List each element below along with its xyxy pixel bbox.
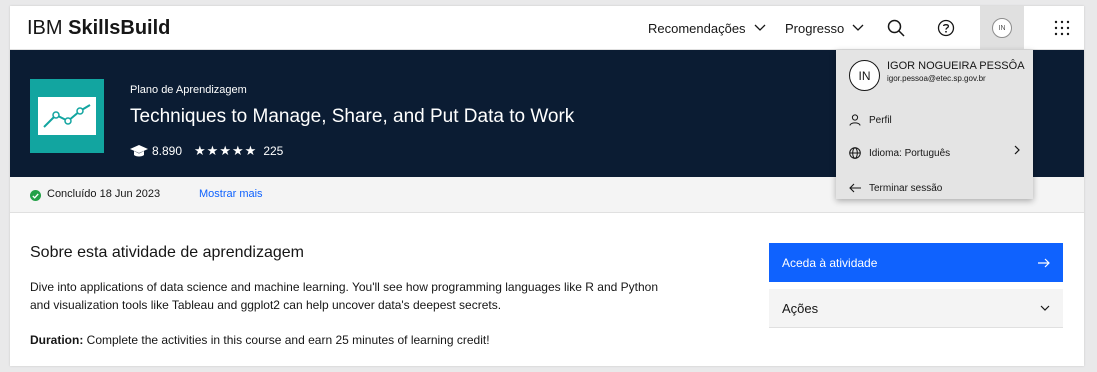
app-switcher-button[interactable]: [1040, 6, 1084, 50]
avatar: IN: [992, 18, 1012, 38]
actions-label: Ações: [782, 300, 819, 316]
actions-accordion[interactable]: Ações: [769, 289, 1063, 328]
search-icon: [887, 19, 905, 37]
nav-progress-label: Progresso: [785, 20, 845, 36]
line-chart-icon: [43, 104, 91, 128]
about-description: Dive into applications of data science a…: [30, 280, 659, 312]
learner-count: 8.890: [152, 144, 183, 158]
grid-icon: [1054, 20, 1070, 36]
access-activity-label: Aceda à atividade: [782, 255, 878, 270]
nav-recommendations[interactable]: Recomendações: [648, 6, 766, 50]
menu-item-logout-label: Terminar sessão: [869, 182, 943, 194]
brand-logo[interactable]: IBM SkillsBuild: [27, 17, 170, 40]
thumbnail-card: [38, 97, 96, 135]
page-frame: IBM SkillsBuild Recomendações Progresso …: [10, 6, 1084, 366]
arrow-left-icon: [849, 183, 861, 193]
search-button[interactable]: [874, 6, 918, 50]
completion-date: Concluído 18 Jun 2023: [47, 188, 161, 200]
globe-icon: [849, 147, 861, 159]
rating-count: 225: [263, 144, 284, 158]
menu-item-profile-label: Perfil: [869, 114, 892, 126]
brand-regular: IBM: [27, 17, 69, 39]
chevron-down-icon: [1040, 305, 1050, 311]
menu-item-profile[interactable]: Perfil: [849, 110, 892, 130]
chevron-down-icon: [754, 24, 766, 31]
help-button[interactable]: [924, 6, 968, 50]
user-icon: [849, 114, 861, 126]
profile-initials: IN: [858, 68, 871, 83]
profile-name: IGOR NOGUEIRA PESSÔA: [887, 60, 1025, 72]
check-icon: [30, 190, 41, 201]
plan-label: Plano de Aprendizagem: [130, 84, 247, 96]
course-stats: 8.890 ★★★★★ 225: [130, 143, 283, 159]
access-activity-button[interactable]: Aceda à atividade: [769, 243, 1063, 282]
about-title: Sobre esta atividade de aprendizagem: [30, 244, 304, 261]
graduation-cap-icon: [130, 145, 148, 157]
duration-value: Complete the activities in this course a…: [83, 333, 490, 347]
avatar-initials: IN: [998, 24, 1006, 32]
brand-bold: SkillsBuild: [68, 17, 171, 39]
arrow-right-icon: [1038, 258, 1050, 267]
rating-stars: ★★★★★: [194, 143, 258, 158]
profile-avatar: IN: [849, 60, 880, 91]
course-title: Techniques to Manage, Share, and Put Dat…: [130, 106, 575, 127]
show-more-link[interactable]: Mostrar mais: [199, 188, 263, 200]
course-thumbnail: [30, 79, 104, 153]
profile-email: igor.pessoa@etec.sp.gov.br: [887, 74, 986, 83]
chevron-down-icon: [852, 24, 864, 31]
nav-recommendations-label: Recomendações: [648, 20, 746, 36]
duration-label: Duration:: [30, 333, 84, 347]
menu-item-language[interactable]: Idioma: Português: [849, 143, 950, 163]
menu-item-language-label: Idioma: Português: [869, 147, 951, 159]
chevron-right-icon: [1014, 145, 1020, 155]
top-header: IBM SkillsBuild Recomendações Progresso …: [10, 6, 1084, 50]
duration-text: Duration: Complete the activities in thi…: [30, 333, 490, 347]
nav-progress[interactable]: Progresso: [785, 6, 864, 50]
menu-item-logout[interactable]: Terminar sessão: [849, 178, 942, 198]
help-icon: [937, 19, 955, 37]
user-avatar-button[interactable]: IN: [980, 6, 1024, 50]
profile-menu: IN IGOR NOGUEIRA PESSÔA igor.pessoa@etec…: [836, 50, 1033, 199]
